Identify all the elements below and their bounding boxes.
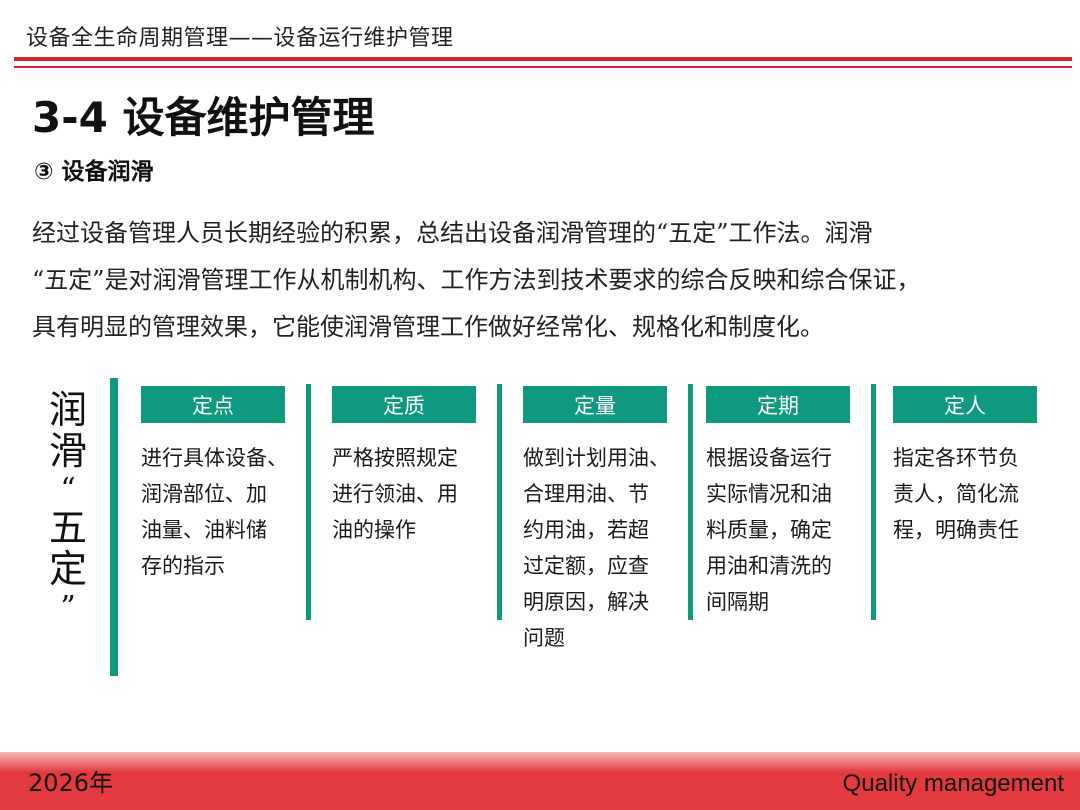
desc-line: 明原因，解决 xyxy=(523,590,649,614)
desc-line: 约用油，若超 xyxy=(523,518,649,542)
footer-bar: 2026年 Quality management xyxy=(0,752,1080,810)
intro-paragraph: 经过设备管理人员长期经验的积累，总结出设备润滑管理的“五定”工作法。润滑 “五定… xyxy=(32,210,1062,351)
tag-dingliang: 定量 xyxy=(523,386,667,423)
desc-line: 程，明确责任 xyxy=(893,518,1019,542)
desc-line: 合理用油、节 xyxy=(523,482,649,506)
intro-line: 经过设备管理人员长期经验的积累，总结出设备润滑管理的“五定”工作法。润滑 xyxy=(32,219,873,247)
desc-line: 间隔期 xyxy=(706,590,769,614)
intro-line: “五定”是对润滑管理工作从机制机构、工作方法到技术要求的综合反映和综合保证， xyxy=(32,266,921,294)
side-label-quote: “ xyxy=(60,472,76,507)
column-description: 进行具体设备、 润滑部位、加 油量、油料储 存的指示 xyxy=(141,440,301,584)
side-label-char: 定 xyxy=(48,547,87,591)
side-label-quote: ” xyxy=(60,590,76,625)
desc-line: 指定各环节负 xyxy=(893,446,1019,470)
column-description: 做到计划用油、 合理用油、节 约用油，若超 过定额，应查 明原因，解决 问题 xyxy=(523,440,683,656)
desc-line: 油的操作 xyxy=(332,518,416,542)
column-separator xyxy=(688,384,693,620)
tag-dingren: 定人 xyxy=(893,386,1037,423)
column-separator xyxy=(306,384,311,620)
desc-line: 润滑部位、加 xyxy=(141,482,267,506)
header-rule-thick xyxy=(14,57,1072,61)
footer-tagline: Quality management xyxy=(842,770,1064,797)
column-description: 指定各环节负 责人，简化流 程，明确责任 xyxy=(893,440,1053,548)
footer-year: 2026年 xyxy=(28,769,114,797)
desc-line: 严格按照规定 xyxy=(332,446,458,470)
header-title: 设备全生命周期管理——设备运行维护管理 xyxy=(26,26,454,51)
column-description: 严格按照规定 进行领油、用 油的操作 xyxy=(332,440,492,548)
column-description: 根据设备运行 实际情况和油 料质量，确定 用油和清洗的 间隔期 xyxy=(706,440,866,620)
desc-line: 进行具体设备、 xyxy=(141,446,288,470)
side-divider-bar xyxy=(110,378,118,676)
desc-line: 问题 xyxy=(523,626,565,650)
section-title: 3-4 设备维护管理 xyxy=(32,93,375,142)
column-separator xyxy=(497,384,502,620)
tag-dingdian: 定点 xyxy=(141,386,285,423)
desc-line: 进行领油、用 xyxy=(332,482,458,506)
tag-dingzhi: 定质 xyxy=(332,386,476,423)
desc-line: 做到计划用油、 xyxy=(523,446,670,470)
desc-line: 存的指示 xyxy=(141,554,225,578)
side-label-char: 五 xyxy=(48,506,87,550)
header-rule-thin xyxy=(14,66,1072,68)
subsection-title: ③ 设备润滑 xyxy=(34,159,154,185)
side-label: 润 滑 “ 五 定 ” xyxy=(48,390,88,626)
desc-line: 料质量，确定 xyxy=(706,518,832,542)
desc-line: 油量、油料储 xyxy=(141,518,267,542)
column-separator xyxy=(871,384,876,620)
desc-line: 用油和清洗的 xyxy=(706,554,832,578)
desc-line: 过定额，应查 xyxy=(523,554,649,578)
tag-dingqi: 定期 xyxy=(706,386,850,423)
desc-line: 责人，简化流 xyxy=(893,482,1019,506)
desc-line: 根据设备运行 xyxy=(706,446,832,470)
intro-line: 具有明显的管理效果，它能使润滑管理工作做好经常化、规格化和制度化。 xyxy=(32,313,824,341)
side-label-char: 滑 xyxy=(48,429,87,473)
side-label-char: 润 xyxy=(48,388,87,432)
desc-line: 实际情况和油 xyxy=(706,482,832,506)
